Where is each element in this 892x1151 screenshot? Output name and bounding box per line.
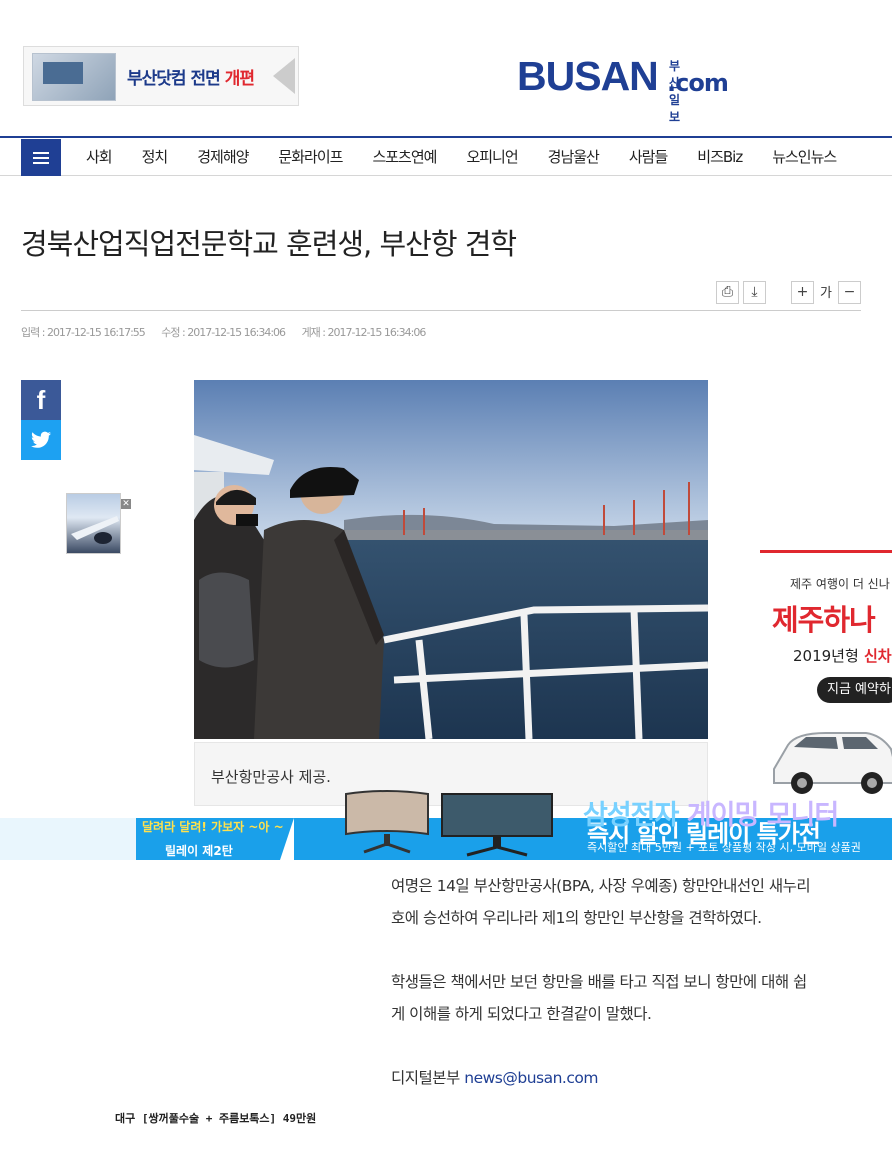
ad-cta-button[interactable]: 지금 예약하 [817,677,892,703]
published-date: 게재 : 2017-12-15 16:34:06 [301,326,427,339]
promo-text: 부산닷컴 전면 개편 [127,69,255,89]
nav-item-opinion[interactable]: 오피니언 [466,138,518,176]
download-icon: ⤓ [751,284,758,300]
logo-busan: BUSAN [517,53,659,99]
paragraph-2: 학생들은 책에서만 보던 항만을 배를 타고 직접 보니 항만에 대해 쉽게 이… [391,973,807,1023]
nav-item-gyeongnam[interactable]: 경남울산 [548,138,600,176]
ad-line3: 2019년형 신차 [793,647,892,665]
ad-line2: 제주하나 [772,603,876,637]
banner-sub-text: 즉시할인 최대 5만원 + 포토 상품평 작성 시, 모바일 상품권 [587,841,861,854]
email-link[interactable]: news@busan.com [464,1069,598,1087]
modified-date: 수정 : 2017-12-15 16:34:06 [161,326,286,339]
font-increase-button[interactable]: + [791,281,814,304]
arrow-icon [273,58,295,94]
nav-item-sports[interactable]: 스포츠연예 [372,138,437,176]
facebook-icon: f [36,385,46,415]
plus-icon: + [796,284,809,300]
nav-item-economy[interactable]: 경제해양 [197,138,249,176]
caption-text: 부산항만공사 제공. [211,768,331,786]
suv-car-image [773,732,892,794]
samsung-headline: 삼성전자 게이밍 모니터 [583,800,839,831]
airplane-image [71,516,119,544]
print-button[interactable]: ⎙ [716,281,739,304]
nav-item-culture[interactable]: 문화라이프 [278,138,343,176]
twitter-share-button[interactable] [21,420,61,460]
print-icon: ⎙ [721,284,734,300]
banner-tag1: 달려라 달려! 가보자 ~아 ~ [142,820,284,834]
top-promo-banner[interactable]: 부산닷컴 전면 개편 [23,46,299,106]
small-airplane-ad[interactable] [66,493,121,554]
nav-item-people[interactable]: 사람들 [629,138,668,176]
paragraph-1: 여명은 14일 부산항만공사(BPA, 사장 우예종) 항만안내선인 새누리호에… [391,877,811,927]
title-divider [21,310,861,311]
main-nav: 사회 정치 경제해양 문화라이프 스포츠연예 오피니언 경남울산 사람들 비즈B… [0,136,892,176]
logo-com: .com [667,69,729,97]
font-size-label: 가 [820,286,832,301]
banner-tag2: 릴레이 제2탄 [165,844,233,858]
nav-item-society[interactable]: 사회 [86,138,113,176]
article-photo [194,380,708,739]
twitter-icon [30,431,51,448]
hamburger-menu-icon[interactable] [21,139,61,176]
jeju-car-rental-ad[interactable]: 제주 여행이 더 신나 제주하나 2019년형 신차 지금 예약하 [760,550,892,803]
nav-item-politics[interactable]: 정치 [142,138,169,176]
gaming-monitor-image [441,793,553,857]
text-ad-link[interactable]: 대구 [쌍꺼풀수술 + 주름보톡스] 49만원 [115,1110,316,1126]
input-date: 입력 : 2017-12-15 16:17:55 [21,326,146,339]
nav-item-newsinnews[interactable]: 뉴스인뉴스 [772,138,837,176]
byline: 디지털본부 news@busan.com [391,1069,598,1087]
nav-list: 사회 정치 경제해양 문화라이프 스포츠연예 오피니언 경남울산 사람들 비즈B… [86,138,837,176]
font-decrease-button[interactable]: − [838,281,861,304]
banner-divider [280,818,294,860]
download-button[interactable]: ⤓ [743,281,766,304]
banner-left-strip [0,818,136,860]
ad-close-icon[interactable]: ✕ [121,499,131,509]
minus-icon: − [843,284,856,300]
article-title: 경북산업직업전문학교 훈련생, 부산항 견학 [21,227,517,261]
site-logo[interactable]: BUSAN 부산일보 .com [517,53,729,124]
facebook-share-button[interactable]: f [21,380,61,420]
ad-line1: 제주 여행이 더 신나 [790,577,890,591]
article-dates: 입력 : 2017-12-15 16:17:55 수정 : 2017-12-15… [21,324,439,340]
nav-item-biz[interactable]: 비즈Biz [697,138,743,176]
curved-monitor-image [345,790,429,854]
article-body: 여명은 14일 부산항만공사(BPA, 사장 우예종) 항만안내선인 새누리호에… [391,870,811,1126]
laptop-image [32,53,116,101]
